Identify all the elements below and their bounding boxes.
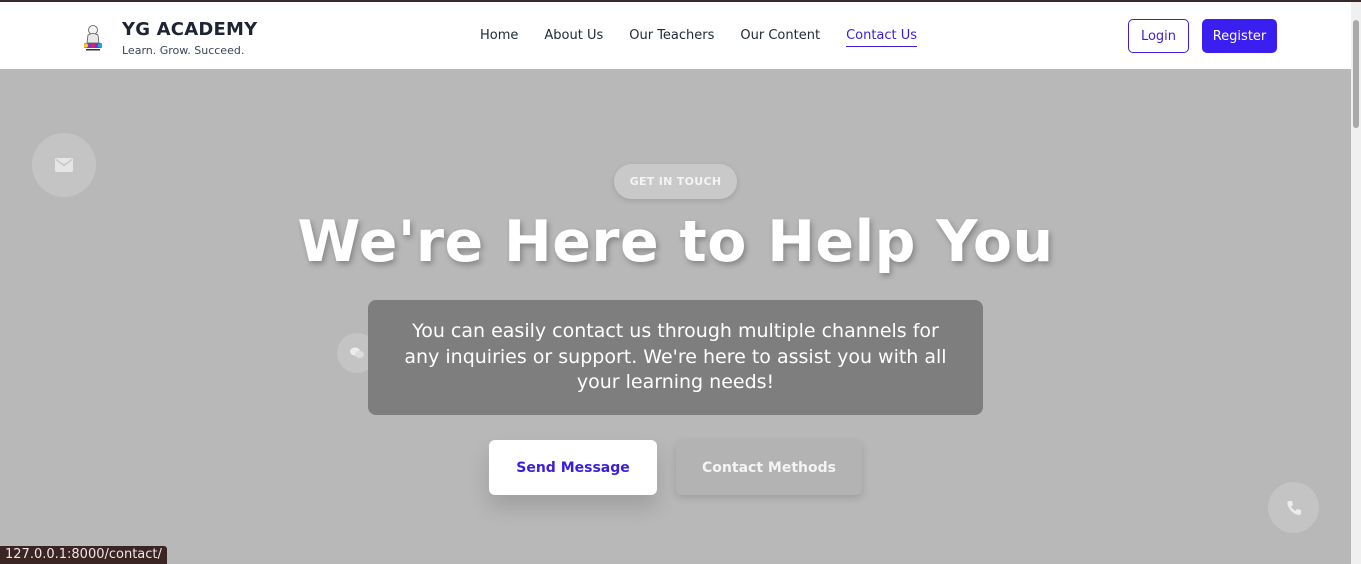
brand-name: YG ACADEMY — [122, 18, 258, 40]
hero-description: You can easily contact us through multip… — [404, 320, 947, 394]
nav-our-content[interactable]: Our Content — [740, 28, 820, 47]
brand-tagline: Learn. Grow. Succeed. — [122, 43, 245, 57]
nav-contact-us[interactable]: Contact Us — [846, 28, 918, 47]
nav-our-teachers[interactable]: Our Teachers — [629, 28, 714, 47]
nav-about-us[interactable]: About Us — [544, 28, 603, 47]
register-button[interactable]: Register — [1202, 19, 1277, 53]
phone-icon — [1286, 500, 1301, 515]
main-nav: Home About Us Our Teachers Our Content C… — [480, 28, 943, 47]
contact-methods-button[interactable]: Contact Methods — [676, 440, 862, 495]
hero-description-box: You can easily contact us through multip… — [368, 300, 983, 415]
academy-logo-icon — [80, 23, 106, 53]
send-message-button[interactable]: Send Message — [489, 440, 657, 495]
envelope-float-icon — [32, 133, 96, 197]
nav-home[interactable]: Home — [480, 28, 518, 47]
brand[interactable]: YG ACADEMY Learn. Grow. Succeed. — [80, 18, 257, 58]
browser-status-url: 127.0.0.1:8000/contact/ — [0, 546, 167, 564]
hero-title: We're Here to Help You — [297, 209, 1054, 275]
page-scrollbar[interactable] — [1351, 2, 1361, 564]
hero-section: GET IN TOUCH We're Here to Help You You … — [0, 69, 1351, 564]
get-in-touch-badge: GET IN TOUCH — [614, 164, 737, 199]
chat-bubbles-icon — [350, 347, 364, 359]
scrollbar-thumb[interactable] — [1353, 20, 1359, 128]
navbar: YG ACADEMY Learn. Grow. Succeed. Home Ab… — [0, 2, 1351, 69]
envelope-icon — [55, 158, 73, 172]
login-button[interactable]: Login — [1128, 19, 1189, 53]
phone-float-icon — [1268, 482, 1319, 533]
